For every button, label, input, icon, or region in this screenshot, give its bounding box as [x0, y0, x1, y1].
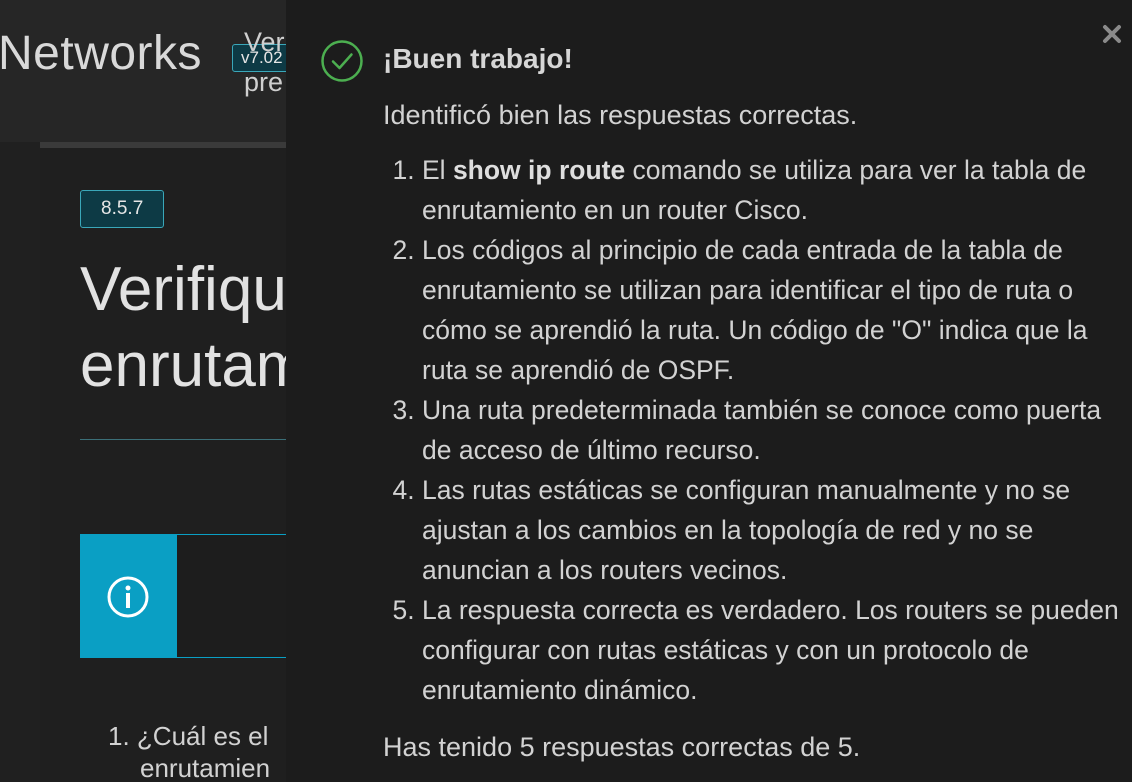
- heading-divider: [80, 439, 286, 440]
- side-strip: [0, 142, 41, 782]
- info-text: Ver pre: [244, 22, 285, 102]
- score-summary: Has tenido 5 respuestas correctas de 5.: [383, 732, 861, 762]
- question-item: 1. ¿Cuál es el enrutamien: [108, 720, 270, 782]
- list-item-text: El: [422, 155, 453, 185]
- info-text-line: Ver: [244, 27, 285, 57]
- page-heading-line: enrutamiento: [80, 331, 286, 400]
- list-item: Una ruta predeterminada también se conoc…: [422, 390, 1122, 470]
- section-number-badge: 8.5.7: [80, 190, 165, 228]
- list-item: La respuesta correcta es verdadero. Los …: [422, 590, 1122, 710]
- info-icon-band: [81, 535, 177, 657]
- close-icon[interactable]: [1100, 22, 1124, 46]
- question-text: 1. ¿Cuál es el: [108, 721, 269, 751]
- feedback-intro: Identificó bien las respuestas correctas…: [383, 100, 858, 130]
- course-title: Networks: [0, 27, 203, 80]
- info-text-line: pre: [244, 67, 284, 97]
- content-panel: [40, 142, 286, 782]
- page-heading-line: Verifique: [80, 255, 286, 324]
- feedback-title: ¡Buen trabajo!: [383, 43, 573, 74]
- command-text: show ip route: [452, 155, 626, 185]
- list-item: Los códigos al principio de cada entrada…: [422, 230, 1122, 390]
- feedback-list: El show ip route comando se utiliza para…: [383, 150, 1122, 710]
- list-item: El show ip route comando se utiliza para…: [422, 150, 1122, 230]
- background-page: Networks v7.02 8.5.7 Verifique enrutamie…: [0, 0, 286, 782]
- info-icon: [107, 576, 149, 618]
- check-circle-icon: [321, 40, 363, 82]
- question-text-continued: enrutamien: [140, 753, 271, 782]
- page-heading: Verifique enrutamiento: [80, 252, 286, 404]
- list-item: Las rutas estáticas se configuran manual…: [422, 470, 1122, 590]
- info-callout: [80, 534, 286, 658]
